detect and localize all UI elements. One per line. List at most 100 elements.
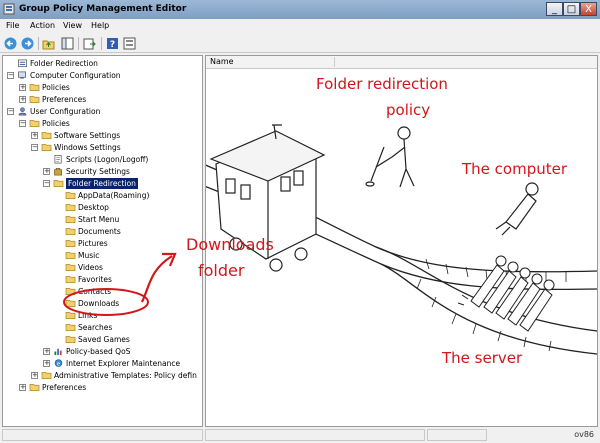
help-icon[interactable]: ? bbox=[106, 37, 119, 50]
folder-icon bbox=[65, 227, 76, 236]
forward-arrow-icon[interactable] bbox=[21, 37, 34, 50]
collapse-icon[interactable]: − bbox=[43, 180, 50, 187]
lever-person-drawing bbox=[365, 126, 415, 188]
folder-icon bbox=[53, 179, 64, 188]
policy-icon bbox=[18, 59, 27, 68]
toolbar-separator bbox=[38, 37, 39, 50]
name-column-header[interactable]: Name bbox=[210, 57, 234, 66]
tree-item-label: Scripts (Logon/Logoff) bbox=[66, 155, 149, 164]
folder-icon bbox=[65, 263, 76, 272]
tree-item-label: Windows Settings bbox=[54, 143, 121, 152]
tree-item-label: Saved Games bbox=[78, 335, 130, 344]
expand-icon[interactable]: + bbox=[43, 360, 50, 367]
tree-item-label: Contacts bbox=[78, 287, 112, 296]
tree-item-label: AppData(Roaming) bbox=[78, 191, 150, 200]
tree-item-label: Desktop bbox=[78, 203, 109, 212]
tree-item-label: Favorites bbox=[78, 275, 112, 284]
status-bar: ov86 bbox=[0, 427, 600, 443]
folder-icon bbox=[65, 323, 76, 332]
app-window: Group Policy Management Editor _ □ X Fil… bbox=[0, 0, 600, 443]
status-cell bbox=[205, 429, 425, 441]
collapse-icon[interactable]: − bbox=[19, 120, 26, 127]
collapse-icon[interactable]: − bbox=[31, 144, 38, 151]
ie-icon: e bbox=[54, 359, 63, 367]
tree-item-label: Internet Explorer Maintenance bbox=[66, 359, 181, 368]
maximize-button[interactable]: □ bbox=[563, 2, 580, 16]
tree-item-label: Security Settings bbox=[66, 167, 130, 176]
properties-icon[interactable] bbox=[123, 37, 136, 50]
column-divider[interactable] bbox=[334, 57, 335, 67]
expand-icon[interactable]: + bbox=[19, 96, 26, 103]
status-cell bbox=[2, 429, 203, 441]
folder-icon bbox=[41, 371, 52, 380]
menu-action[interactable]: Action bbox=[30, 21, 55, 30]
folder-icon bbox=[65, 287, 76, 296]
up-folder-icon[interactable] bbox=[42, 37, 55, 50]
details-pane: Name Folder redirection policy The compu… bbox=[205, 55, 598, 427]
chart-icon bbox=[54, 348, 62, 356]
menu-help[interactable]: Help bbox=[91, 21, 109, 30]
watermark-text: ov86 bbox=[574, 430, 594, 439]
tree-item-label: User Configuration bbox=[30, 107, 101, 116]
tree-item-label: Music bbox=[78, 251, 100, 260]
column-header[interactable]: Name bbox=[206, 56, 597, 69]
tree-item-label: Policies bbox=[42, 119, 70, 128]
folder-icon bbox=[65, 191, 76, 200]
tree-item-label: Policies bbox=[42, 83, 70, 92]
tree-item-label: Preferences bbox=[42, 383, 87, 392]
expand-icon[interactable]: + bbox=[19, 84, 26, 91]
status-cell bbox=[427, 429, 487, 441]
title-bar: Group Policy Management Editor _ □ X bbox=[0, 0, 600, 19]
close-button[interactable]: X bbox=[580, 2, 597, 16]
collapse-icon[interactable]: − bbox=[7, 108, 14, 115]
annotation-computer: The computer bbox=[461, 160, 568, 178]
tree-item-label: Preferences bbox=[42, 95, 87, 104]
folder-icon bbox=[65, 311, 76, 320]
collapse-icon[interactable]: − bbox=[7, 72, 14, 79]
window-title: Group Policy Management Editor bbox=[19, 4, 187, 14]
expand-icon[interactable]: + bbox=[31, 132, 38, 139]
folder-icon bbox=[65, 239, 76, 248]
expand-icon[interactable]: + bbox=[19, 384, 26, 391]
toolbar-separator bbox=[101, 37, 102, 50]
computer-icon bbox=[18, 71, 27, 79]
folder-icon bbox=[29, 95, 40, 104]
folder-icon bbox=[65, 275, 76, 284]
folder-icon bbox=[65, 203, 76, 212]
expand-icon[interactable]: + bbox=[43, 168, 50, 175]
svg-text:?: ? bbox=[110, 40, 115, 50]
trolley-drawing bbox=[209, 124, 326, 272]
security-icon bbox=[54, 167, 62, 176]
tree-item-label: Folder Redirection bbox=[30, 59, 98, 68]
expand-icon[interactable]: + bbox=[31, 372, 38, 379]
script-icon bbox=[54, 155, 62, 164]
back-arrow-icon[interactable] bbox=[4, 37, 17, 50]
annotation-server: The server bbox=[441, 349, 523, 367]
folder-icon bbox=[65, 335, 76, 344]
export-list-icon[interactable] bbox=[83, 37, 96, 50]
minimize-button[interactable]: _ bbox=[546, 2, 563, 16]
navigation-tree: Folder Redirection − Computer Configuratio… bbox=[2, 55, 203, 427]
tree-item-label: Links bbox=[78, 311, 98, 320]
show-hide-tree-icon[interactable] bbox=[61, 37, 74, 50]
toolbar-separator bbox=[78, 37, 79, 50]
tree-item-label: Videos bbox=[78, 263, 103, 272]
expand-icon[interactable]: + bbox=[43, 348, 50, 355]
folder-icon bbox=[65, 215, 76, 224]
folder-icon bbox=[29, 83, 40, 92]
menu-file[interactable]: File bbox=[6, 21, 19, 30]
folder-icon bbox=[65, 299, 76, 308]
annotation-policy-line2: policy bbox=[386, 101, 430, 119]
tree-item-label: Administrative Templates: Policy defin bbox=[54, 371, 197, 380]
folder-icon bbox=[41, 131, 52, 140]
tree-item-label: Start Menu bbox=[78, 215, 120, 224]
tree-item-label: Computer Configuration bbox=[30, 71, 121, 80]
folder-icon bbox=[65, 251, 76, 260]
tree-item-label: Downloads bbox=[78, 299, 120, 308]
tied-person-computer-drawing bbox=[495, 182, 539, 236]
tree-item-label: Searches bbox=[78, 323, 113, 332]
menu-bar: File Action View Help bbox=[0, 19, 600, 34]
tree-item-label: Software Settings bbox=[54, 131, 121, 140]
menu-view[interactable]: View bbox=[63, 21, 82, 30]
tree-item-label: Policy-based QoS bbox=[66, 347, 131, 356]
